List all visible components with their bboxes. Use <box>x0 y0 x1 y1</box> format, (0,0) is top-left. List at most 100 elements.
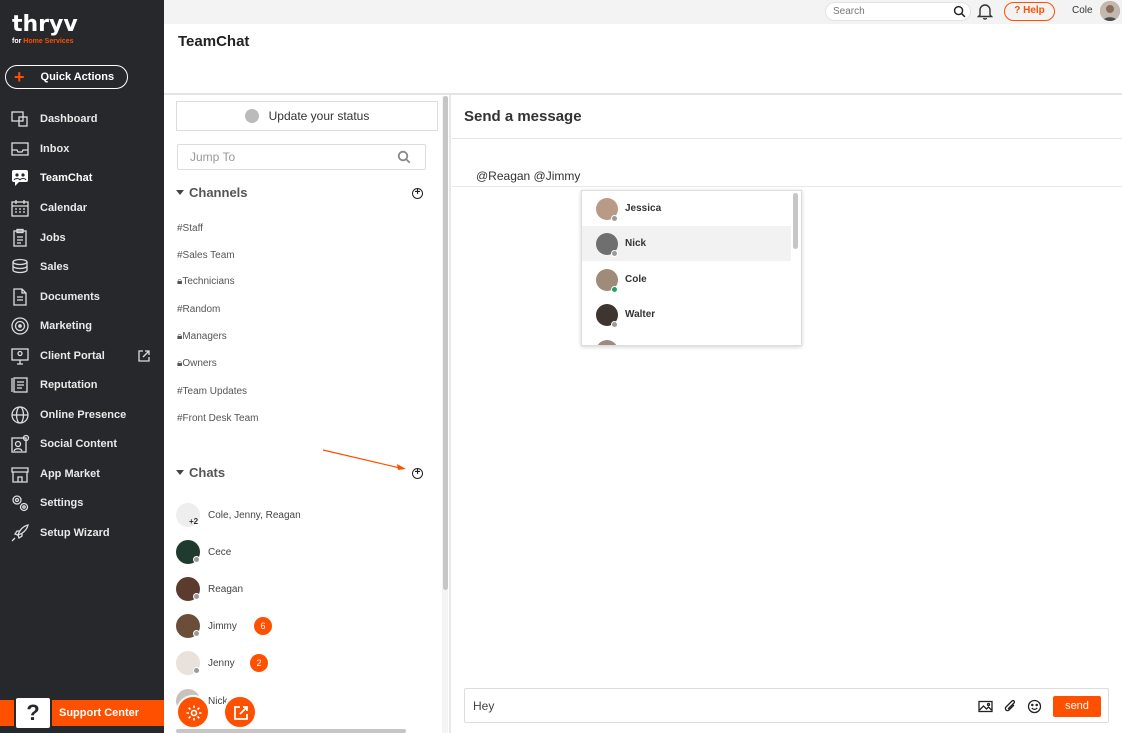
reputation-icon <box>11 377 28 393</box>
nav-setup-wizard[interactable]: Setup Wizard <box>0 519 164 547</box>
gear-icon <box>186 705 202 721</box>
popout-fab[interactable] <box>223 695 257 729</box>
mention-suggestions-dropdown: Jessica Nick Cole Walter <box>581 190 802 346</box>
nav-settings[interactable]: Settings <box>0 489 164 517</box>
recipients-field[interactable]: @Reagan @Jimmy <box>476 169 580 183</box>
channel-item[interactable]: #Front Desk Team <box>177 413 259 424</box>
quick-actions-button[interactable]: + Quick Actions <box>5 65 128 89</box>
logo-sub-highlight: Home Services <box>23 38 74 45</box>
add-channel-icon[interactable]: + <box>412 188 423 199</box>
emoji-icon[interactable] <box>1027 699 1042 714</box>
plus-icon: + <box>14 67 25 87</box>
nav-documents[interactable]: Documents <box>0 283 164 311</box>
mention-option-jessica[interactable]: Jessica <box>582 191 791 226</box>
mention-name: Cole <box>625 274 647 285</box>
user-avatar[interactable] <box>1100 1 1120 21</box>
nav-inbox[interactable]: Inbox <box>0 135 164 163</box>
message-input-text[interactable]: Hey <box>473 699 494 713</box>
smiley-icon <box>244 109 259 123</box>
jump-to-placeholder: Jump To <box>190 150 236 164</box>
notification-bell-icon[interactable] <box>977 3 993 20</box>
chat-item-jenny[interactable]: Jenny 2 <box>176 649 426 677</box>
message-composer[interactable]: Hey send <box>464 688 1109 723</box>
update-status-button[interactable]: Update your status <box>176 101 438 131</box>
nav-marketing[interactable]: Marketing <box>0 312 164 340</box>
search-icon[interactable] <box>953 5 966 18</box>
chat-item-group[interactable]: +2 Cole, Jenny, Reagan <box>176 501 426 529</box>
attachment-icon[interactable] <box>1003 699 1018 714</box>
nav-label: Social Content <box>40 438 118 450</box>
presence-dot <box>193 593 200 600</box>
mention-option-walter[interactable]: Walter <box>582 297 791 332</box>
support-center-button[interactable]: ? Support Center <box>0 696 164 730</box>
settings-icon <box>12 495 29 512</box>
annotation-arrow <box>322 449 406 470</box>
chat-name: Cece <box>208 546 232 558</box>
marketing-icon <box>11 317 29 335</box>
quick-actions-label: Quick Actions <box>40 71 115 83</box>
mention-name: Nick <box>625 238 647 249</box>
chat-name: Jenny <box>208 657 235 669</box>
chat-item-nick[interactable]: Nick <box>176 687 426 715</box>
nav-teamchat[interactable]: TeamChat <box>0 164 164 192</box>
question-icon: ? <box>14 696 52 730</box>
help-button[interactable]: ? Help <box>1004 2 1055 21</box>
channels-scrollbar[interactable] <box>443 96 448 590</box>
presence-dot <box>193 667 200 674</box>
mention-option-cole[interactable]: Cole <box>582 262 791 297</box>
settings-fab[interactable] <box>176 695 210 729</box>
nav-client-portal[interactable]: Client Portal <box>0 342 164 370</box>
mention-name: Walter <box>625 309 656 320</box>
nav-reputation[interactable]: Reputation <box>0 371 164 399</box>
nav-label: Reputation <box>40 379 98 391</box>
mention-option-nick[interactable]: Nick <box>582 226 791 261</box>
image-icon[interactable] <box>978 699 993 714</box>
search-placeholder: Search <box>833 6 865 17</box>
send-button[interactable]: send <box>1053 696 1101 717</box>
presence-dot <box>193 556 200 563</box>
nav-calendar[interactable]: Calendar <box>0 194 164 222</box>
nav-social-content[interactable]: Social Content <box>0 430 164 458</box>
jump-to-input[interactable]: Jump To <box>177 144 426 170</box>
add-chat-icon[interactable]: + <box>412 468 423 479</box>
nav-label: TeamChat <box>40 172 93 184</box>
channel-item[interactable]: #Sales Team <box>177 250 235 261</box>
channel-item[interactable]: 🔒︎Managers <box>177 331 227 342</box>
chat-name: Jimmy <box>208 620 237 632</box>
nav-label: Settings <box>40 497 84 509</box>
channel-item[interactable]: 🔒︎Owners <box>177 358 217 369</box>
nav-label: Jobs <box>40 232 66 244</box>
caret-down-icon <box>176 190 184 195</box>
chat-item-cece[interactable]: Cece <box>176 538 426 566</box>
top-bar: Search ? Help Cole <box>164 0 1122 24</box>
global-search-input[interactable]: Search <box>825 2 971 21</box>
send-title-divider <box>452 138 1122 139</box>
logo-subtitle: for Home Services <box>12 38 112 45</box>
nav-label: Sales <box>40 261 69 273</box>
dropdown-scrollbar[interactable] <box>793 193 798 249</box>
channels-header[interactable]: Channels <box>176 185 248 200</box>
dashboard-icon <box>11 111 28 127</box>
chats-header[interactable]: Chats <box>176 465 225 480</box>
horizontal-scrollbar[interactable] <box>176 729 406 733</box>
nav-online-presence[interactable]: Online Presence <box>0 401 164 429</box>
chat-item-jimmy[interactable]: Jimmy 6 <box>176 612 426 640</box>
chat-item-reagan[interactable]: Reagan <box>176 575 426 603</box>
chat-name: Reagan <box>208 583 244 595</box>
channel-item[interactable]: #Team Updates <box>177 386 247 397</box>
nav-label: Marketing <box>40 320 92 332</box>
nav-label: Dashboard <box>40 113 98 125</box>
nav-dashboard[interactable]: Dashboard <box>0 105 164 133</box>
calendar-icon <box>11 200 29 217</box>
nav-app-market[interactable]: App Market <box>0 460 164 488</box>
nav-sales[interactable]: Sales <box>0 253 164 281</box>
thryv-logo[interactable]: thryv for Home Services <box>12 14 112 48</box>
user-name[interactable]: Cole <box>1072 5 1093 16</box>
inbox-icon <box>11 142 29 156</box>
sales-icon <box>12 258 28 274</box>
channel-item[interactable]: 🔒︎Technicians <box>177 276 235 287</box>
channel-item[interactable]: #Staff <box>177 223 203 234</box>
channel-item[interactable]: #Random <box>177 304 220 315</box>
mention-option-next[interactable] <box>582 333 791 345</box>
nav-jobs[interactable]: Jobs <box>0 224 164 252</box>
